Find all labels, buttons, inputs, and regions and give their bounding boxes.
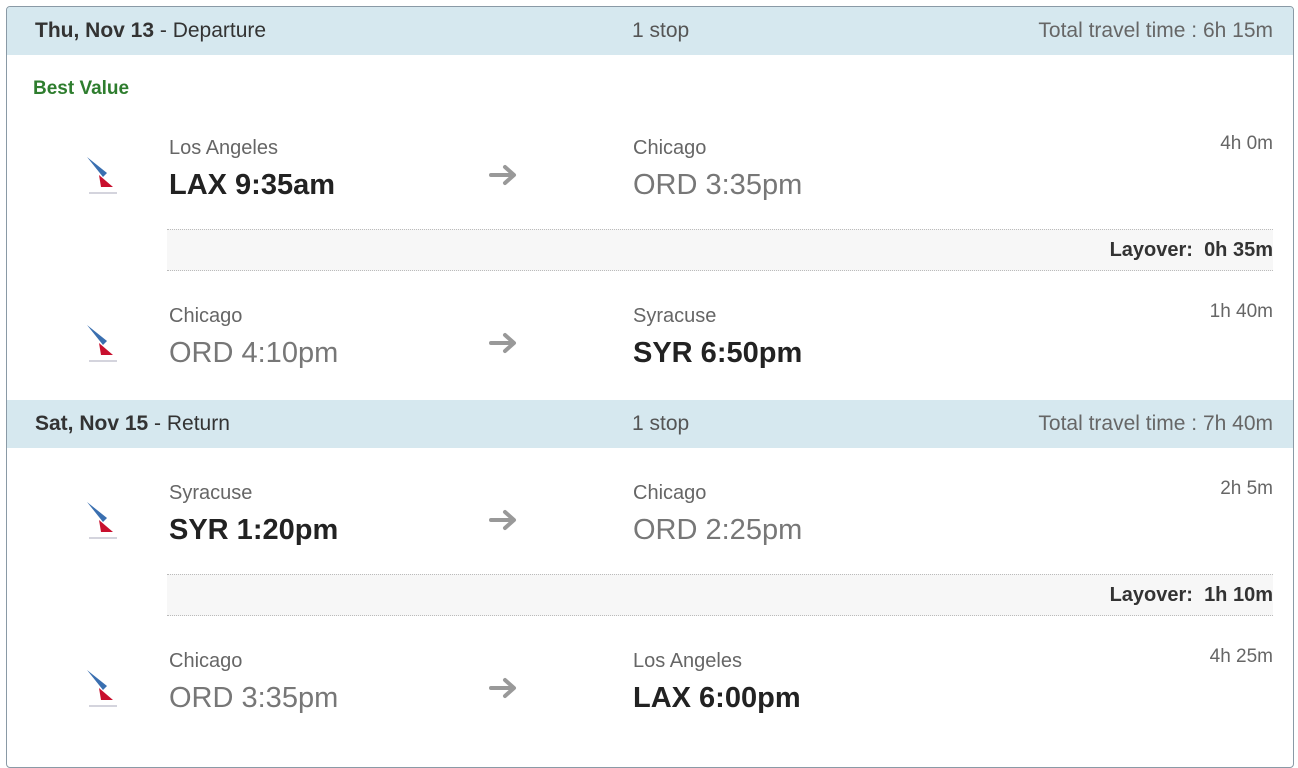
departure-header: Thu, Nov 13 - Departure 1 stop Total tra… [7, 7, 1293, 55]
arrow-right-icon [489, 165, 516, 185]
origin-time: ORD 3:35pm [169, 682, 339, 714]
return-total-time: Total travel time : 7h 40m [1038, 412, 1273, 435]
origin-city: Chicago [169, 305, 243, 327]
american-airlines-logo-icon [87, 502, 117, 539]
destination-city: Chicago [633, 137, 707, 159]
departure-trip: Thu, Nov 13 - Departure 1 stop Total tra… [7, 7, 1293, 369]
best-value-badge: Best Value [33, 78, 130, 99]
departure-date: Thu, Nov 13 - Departure [35, 19, 267, 42]
layover-info: Layover: 0h 35m [1109, 239, 1273, 261]
return-stops: 1 stop [632, 412, 690, 435]
departure-stops: 1 stop [632, 19, 690, 42]
destination-time: ORD 3:35pm [633, 169, 803, 201]
destination-city: Syracuse [633, 305, 717, 327]
american-airlines-logo-icon [87, 325, 117, 362]
layover-bar: Layover: 1h 10m [167, 574, 1273, 616]
american-airlines-logo-icon [87, 157, 117, 194]
return-header: Sat, Nov 15 - Return 1 stop Total travel… [7, 400, 1293, 448]
return-date: Sat, Nov 15 - Return [35, 412, 230, 435]
layover-duration: 0h 35m [1204, 239, 1273, 261]
segment-duration: 4h 25m [1209, 646, 1273, 667]
arrow-right-icon [489, 333, 516, 353]
destination-city: Los Angeles [633, 650, 742, 672]
arrow-right-icon [489, 678, 516, 698]
origin-time: ORD 4:10pm [169, 337, 339, 369]
flight-segment: Syracuse SYR 1:20pm Chicago ORD 2:25pm 2… [7, 464, 1293, 574]
return-trip: Sat, Nov 15 - Return 1 stop Total travel… [7, 400, 1293, 714]
arrow-right-icon [489, 510, 516, 530]
destination-time: SYR 6:50pm [633, 337, 803, 369]
return-direction-label: - Return [148, 412, 230, 435]
american-airlines-logo-icon [87, 670, 117, 707]
origin-time: SYR 1:20pm [169, 514, 339, 546]
flight-segment: Chicago ORD 3:35pm Los Angeles LAX 6:00p… [7, 632, 1293, 742]
layover-duration: 1h 10m [1204, 584, 1273, 606]
segment-duration: 2h 5m [1220, 478, 1273, 499]
segment-duration: 4h 0m [1220, 133, 1273, 154]
layover-bar: Layover: 0h 35m [167, 229, 1273, 271]
origin-city: Syracuse [169, 482, 253, 504]
departure-total-time: Total travel time : 6h 15m [1038, 19, 1273, 42]
flight-segment: Chicago ORD 4:10pm Syracuse SYR 6:50pm 1… [7, 287, 1293, 397]
flight-segment: Los Angeles LAX 9:35am Chicago ORD 3:35p… [7, 119, 1293, 229]
destination-time: ORD 2:25pm [633, 514, 803, 546]
destination-city: Chicago [633, 482, 707, 504]
layover-info: Layover: 1h 10m [1109, 584, 1273, 606]
origin-city: Chicago [169, 650, 243, 672]
destination-time: LAX 6:00pm [633, 682, 801, 714]
origin-city: Los Angeles [169, 137, 278, 159]
segment-duration: 1h 40m [1209, 301, 1273, 322]
departure-direction-label: - Departure [154, 19, 267, 42]
flight-itinerary-card: Thu, Nov 13 - Departure 1 stop Total tra… [6, 6, 1294, 768]
origin-time: LAX 9:35am [169, 169, 336, 201]
